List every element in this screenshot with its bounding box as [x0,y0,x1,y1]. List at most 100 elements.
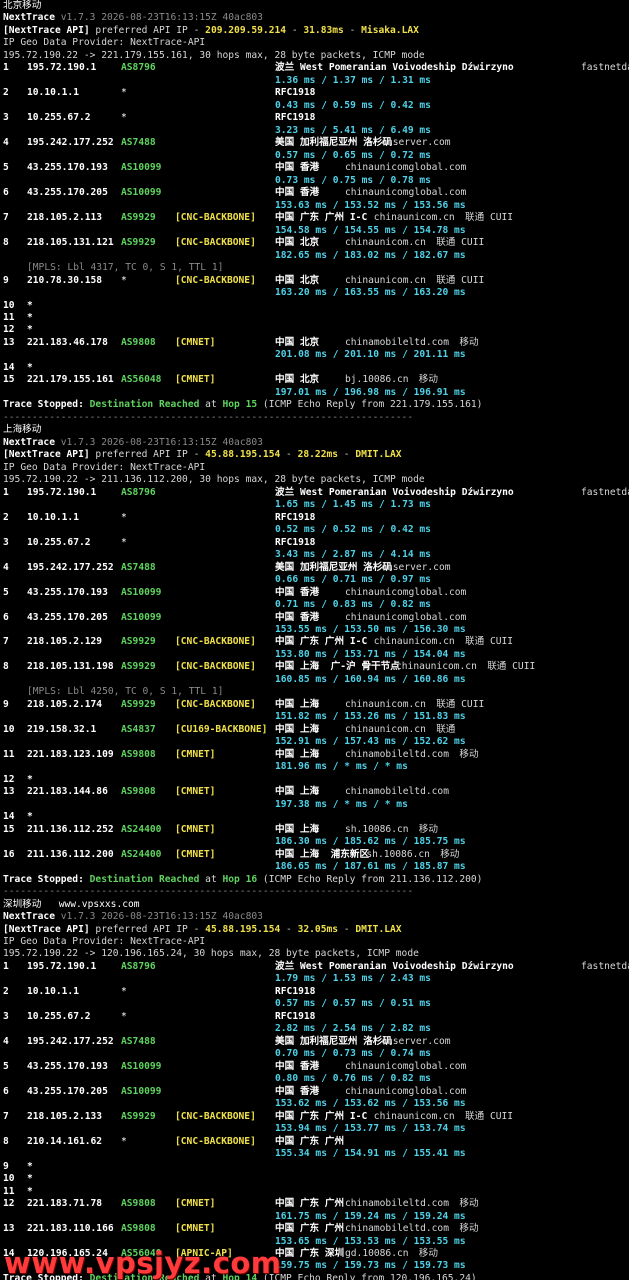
hop-isp: 移动 [418,1248,438,1259]
hop-number: 14 [3,811,15,823]
hop-asn: AS24400 [121,823,162,835]
hop-number: 2 [3,511,9,523]
hop-geo: 美国 加利福尼亚州 洛杉矶 [275,1035,393,1047]
hop-tag: [CNC-BACKBONE] [175,274,256,286]
hop-rtt: 2.82 ms / 2.54 ms / 2.82 ms [275,1023,431,1035]
geo-provider-text: IP Geo Data Provider: NextTrace-API [3,37,206,49]
hop-ip: 218.105.131.121 [27,237,114,249]
hop-rtt: 153.94 ms / 153.77 ms / 153.74 ms [275,1123,466,1135]
hop-timeout: * [27,1160,33,1172]
trace-stopped-line: Trace Stopped: Destination Reached at Ho… [3,874,482,886]
api-text: preferred API IP - [89,923,206,935]
hop-number: 11 [3,312,15,323]
hop-rtt: 154.58 ms / 154.55 ms / 154.78 ms [275,224,466,236]
api-line: [NextTrace API] preferred API IP - 45.88… [3,924,402,936]
hop-tag: [CU169-BACKBONE] [175,723,268,735]
mpls-label: [MPLS: Lbl 4317, TC 0, S 1, TTL 1] [27,262,224,274]
hop-ip: 195.72.190.1 [27,960,97,972]
hop-asn: * [121,985,127,997]
hop-host: chinaunicomglobal.com [345,187,467,199]
separator-line: ----------------------------------------… [3,412,413,424]
hop-number: 15 [3,823,15,835]
hop-tag: [CNC-BACKBONE] [175,698,256,710]
hop-rtt: 0.73 ms / 0.75 ms / 0.78 ms [275,174,431,186]
hop-isp: 移动 [440,848,460,860]
hop-host: chinaunicom.cn [373,1110,455,1122]
hop-asn: AS9929 [121,212,156,224]
hop-number: 5 [3,162,9,174]
stop-hop: Hop 15 [222,399,258,411]
api-line: [NextTrace API] preferred API IP - 209.2… [3,25,419,37]
hop-host: bj.10086.cn [345,374,409,386]
hop-rtt: 1.36 ms / 1.37 ms / 1.31 ms [275,74,431,86]
hop-geo: 美国 加利福尼亚州 洛杉矶 [275,137,393,149]
hop-geo: 中国 香港 [275,611,320,623]
hop-number: 9 [3,698,9,710]
hop-asn: AS4837 [121,723,156,735]
hop-ip: 221.183.123.109 [27,748,114,760]
section-title-extra: www.vpsxxs.com [41,898,140,910]
hop-rtt: 151.82 ms / 153.26 ms / 151.83 ms [275,711,466,723]
geo-provider-line: IP Geo Data Provider: NextTrace-API [3,37,205,49]
hop-asn: * [121,274,127,286]
hop-ip: 195.242.177.252 [27,137,114,149]
hop-geo: 中国 广东 深圳 [275,1248,345,1259]
api-sep: - [338,449,356,461]
api-sep: - [286,24,304,36]
hop-tag: [CMNET] [175,823,216,835]
hop-timeout: * [27,1185,33,1197]
hop-isp: 联通 CUII [465,636,514,648]
geo-provider-line: IP Geo Data Provider: NextTrace-API [3,936,205,948]
hop-isp: 移动 [459,748,479,760]
hop-asn: * [121,536,127,548]
hop-geo: 中国 香港 [275,1060,320,1072]
api-latency: 31.83ms [303,24,344,36]
api-node: DMIT.LAX [355,923,402,935]
hop-ip: 195.72.190.1 [27,62,97,74]
hop-geo: 中国 广东 广州 [275,1198,345,1210]
command-text: 195.72.190.22 -> 211.136.112.200, 30 hop… [3,474,425,486]
hop-geo: RFC1918 [275,1010,316,1022]
app-name: NextTrace [3,911,55,923]
hop-number: 12 [3,324,15,336]
hop-asn: AS10099 [121,586,162,598]
hop-host: sh.10086.cn [366,848,430,860]
hop-number: 16 [3,848,15,860]
hop-number: 6 [3,187,9,199]
hop-asn: AS10099 [121,1060,162,1072]
hop-host: chinamobileltd.com [345,336,449,348]
hop-ip: 218.105.2.133 [27,1110,103,1122]
command-line: 195.72.190.22 -> 211.136.112.200, 30 hop… [3,474,425,486]
app-name: NextTrace [3,436,55,448]
hop-number: 1 [3,960,9,972]
hop-rtt: 181.96 ms / * ms / * ms [275,761,408,773]
hop-timeout: * [27,299,33,311]
stop-at: at [199,873,223,885]
section-title: 深圳移动 www.vpsxxs.com [3,899,140,911]
hop-host: chinaunicom.cn [345,723,426,735]
hop-geo: 中国 上海 [275,723,320,735]
command-text: 195.72.190.22 -> 120.196.165.24, 30 hops… [3,948,419,960]
hop-isp: 移动 [459,1223,479,1235]
hop-number: 6 [3,611,9,623]
hop-isp: 联通 CUII [465,1110,514,1122]
hop-number: 9 [3,274,9,286]
hop-rtt: 0.80 ms / 0.76 ms / 0.82 ms [275,1073,431,1085]
hop-tag: [CNC-BACKBONE] [175,636,256,648]
hop-asn: AS8796 [121,62,156,74]
hop-number: 5 [3,1060,9,1072]
hop-rtt: 0.66 ms / 0.71 ms / 0.97 ms [275,574,431,586]
hop-number: 2 [3,985,9,997]
hop-host: chinamobileltd.com [345,748,449,760]
stop-detail: (ICMP Echo Reply from 221.179.155.161) [257,399,483,411]
hop-ip: 43.255.170.193 [27,586,108,598]
hop-host: chinaunicomglobal.com [345,586,467,598]
hop-rtt: 153.63 ms / 153.52 ms / 153.56 ms [275,199,466,211]
hop-ip: 10.255.67.2 [27,536,91,548]
api-sep: - [280,923,298,935]
hop-number: 1 [3,62,9,74]
hop-number: 4 [3,1035,9,1047]
terminal-window: 北京移动 NextTrace v1.7.3 2026-08-23T16:13:15… [0,0,629,1280]
hop-tag: [CNC-BACKBONE] [175,237,256,249]
hop-tag: [CNC-BACKBONE] [175,212,256,224]
